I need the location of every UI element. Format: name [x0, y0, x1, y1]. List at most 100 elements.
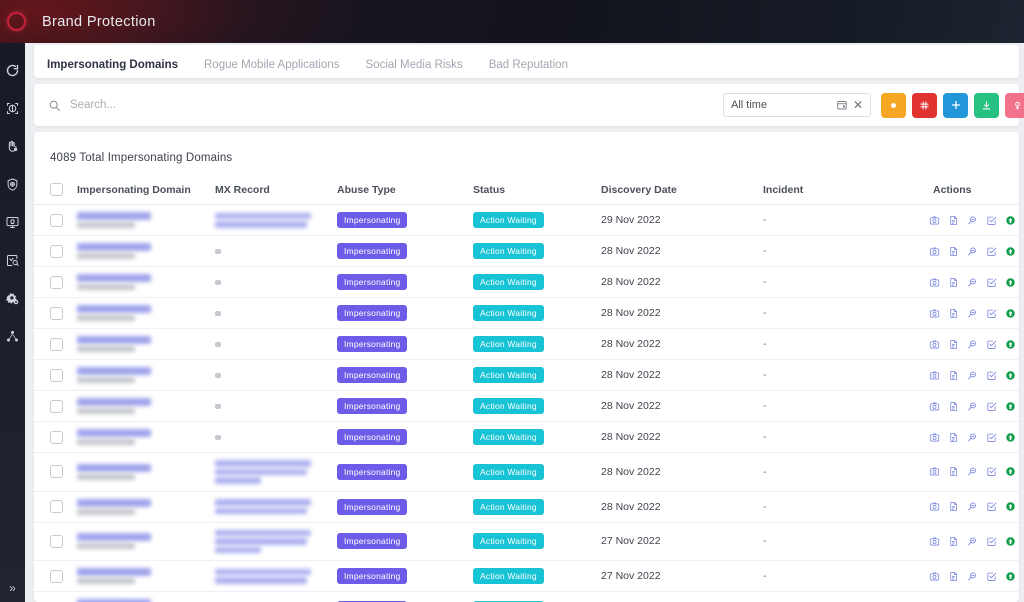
sidebar-item-dashboard[interactable] — [0, 51, 25, 89]
domain-link[interactable] — [77, 367, 151, 375]
row-checkbox[interactable] — [50, 465, 63, 479]
checklist-icon[interactable] — [986, 571, 997, 582]
sidebar-item-threat-intelligence[interactable] — [0, 165, 25, 203]
escalate-circle-icon[interactable] — [1005, 401, 1016, 412]
table-row[interactable]: Impersonating Action Waiting 28 Nov 2022- — [34, 390, 1019, 422]
column-header-discovery-date[interactable]: Discovery Date — [601, 177, 763, 205]
table-row[interactable]: Impersonating Action Waiting 28 Nov 2022- — [34, 452, 1019, 492]
tab-bad-reputation[interactable]: Bad Reputation — [485, 59, 584, 78]
calendar-icon[interactable] — [836, 99, 848, 111]
domain-link[interactable] — [77, 336, 151, 344]
mx-record-value[interactable] — [215, 221, 307, 228]
checklist-icon[interactable] — [986, 277, 997, 288]
screenshot-camera-icon[interactable] — [929, 277, 940, 288]
row-checkbox[interactable] — [50, 399, 63, 413]
magnifier-icon[interactable] — [967, 246, 978, 257]
select-all-checkbox[interactable] — [50, 183, 63, 196]
escalate-circle-icon[interactable] — [1005, 370, 1016, 381]
table-row[interactable]: Impersonating Action Waiting 27 Nov 2022- — [34, 522, 1019, 561]
sidebar-item-attack-surface[interactable] — [0, 203, 25, 241]
tab-rogue-mobile-applications[interactable]: Rogue Mobile Applications — [200, 59, 356, 78]
grid-button[interactable] — [912, 92, 937, 118]
tab-impersonating-domains[interactable]: Impersonating Domains — [43, 59, 194, 78]
magnifier-icon[interactable] — [967, 432, 978, 443]
magnifier-icon[interactable] — [967, 277, 978, 288]
checklist-icon[interactable] — [986, 215, 997, 226]
escalate-circle-icon[interactable] — [1005, 501, 1016, 512]
screenshot-camera-icon[interactable] — [929, 339, 940, 350]
mx-record-value[interactable] — [215, 577, 307, 584]
domain-link[interactable] — [77, 212, 151, 220]
tag-button[interactable] — [1005, 92, 1024, 118]
row-checkbox[interactable] — [50, 337, 63, 351]
screenshot-camera-icon[interactable] — [929, 432, 940, 443]
document-icon[interactable] — [948, 401, 959, 412]
sidebar-item-settings[interactable] — [0, 279, 25, 317]
document-icon[interactable] — [948, 370, 959, 381]
column-header-domain[interactable]: Impersonating Domain — [77, 177, 215, 205]
table-row[interactable]: Impersonating Action Waiting 28 Nov 2022- — [34, 297, 1019, 329]
magnifier-icon[interactable] — [967, 401, 978, 412]
document-icon[interactable] — [948, 466, 959, 477]
alert-button[interactable] — [881, 92, 906, 118]
magnifier-icon[interactable] — [967, 308, 978, 319]
checklist-icon[interactable] — [986, 501, 997, 512]
ring-logo-icon[interactable] — [7, 12, 26, 31]
screenshot-camera-icon[interactable] — [929, 466, 940, 477]
escalate-circle-icon[interactable] — [1005, 536, 1016, 547]
checklist-icon[interactable] — [986, 536, 997, 547]
screenshot-camera-icon[interactable] — [929, 536, 940, 547]
row-checkbox[interactable] — [50, 430, 63, 444]
date-filter[interactable]: All time ✕ — [723, 93, 871, 117]
document-icon[interactable] — [948, 308, 959, 319]
document-icon[interactable] — [948, 215, 959, 226]
table-row[interactable]: Impersonating Action Waiting 28 Nov 2022- — [34, 421, 1019, 453]
document-icon[interactable] — [948, 246, 959, 257]
document-icon[interactable] — [948, 432, 959, 443]
document-icon[interactable] — [948, 501, 959, 512]
escalate-circle-icon[interactable] — [1005, 246, 1016, 257]
escalate-circle-icon[interactable] — [1005, 308, 1016, 319]
row-checkbox[interactable] — [50, 275, 63, 289]
row-checkbox[interactable] — [50, 534, 63, 548]
domain-link[interactable] — [77, 398, 151, 406]
row-checkbox[interactable] — [50, 213, 63, 227]
magnifier-icon[interactable] — [967, 536, 978, 547]
document-icon[interactable] — [948, 277, 959, 288]
mx-record-value[interactable] — [215, 538, 307, 545]
escalate-circle-icon[interactable] — [1005, 571, 1016, 582]
screenshot-camera-icon[interactable] — [929, 571, 940, 582]
row-checkbox[interactable] — [50, 500, 63, 513]
magnifier-icon[interactable] — [967, 466, 978, 477]
escalate-circle-icon[interactable] — [1005, 339, 1016, 350]
checklist-icon[interactable] — [986, 246, 997, 257]
mx-record-value[interactable] — [215, 499, 311, 506]
row-checkbox[interactable] — [50, 368, 63, 382]
table-row[interactable]: Impersonating Action Waiting 29 Nov 2022- — [34, 204, 1019, 236]
screenshot-camera-icon[interactable] — [929, 215, 940, 226]
table-row[interactable]: New Registration ImpersonatingAction Wait… — [34, 591, 1019, 602]
sidebar-item-integrations[interactable] — [0, 317, 25, 355]
checklist-icon[interactable] — [986, 466, 997, 477]
download-button[interactable] — [974, 92, 999, 118]
domain-link[interactable] — [77, 243, 151, 251]
table-row[interactable]: Impersonating Action Waiting 28 Nov 2022- — [34, 266, 1019, 298]
column-header-abuse-type[interactable]: Abuse Type — [337, 177, 473, 205]
table-row[interactable]: Impersonating Action Waiting 28 Nov 2022- — [34, 235, 1019, 267]
mx-record-value[interactable] — [215, 546, 261, 553]
table-row[interactable]: Impersonating Action Waiting 28 Nov 2022- — [34, 491, 1019, 523]
checklist-icon[interactable] — [986, 370, 997, 381]
mx-record-value[interactable] — [215, 568, 311, 575]
screenshot-camera-icon[interactable] — [929, 501, 940, 512]
magnifier-icon[interactable] — [967, 215, 978, 226]
table-row[interactable]: Impersonating Action Waiting 28 Nov 2022- — [34, 328, 1019, 360]
checklist-icon[interactable] — [986, 339, 997, 350]
escalate-circle-icon[interactable] — [1005, 277, 1016, 288]
row-checkbox[interactable] — [50, 244, 63, 258]
screenshot-camera-icon[interactable] — [929, 246, 940, 257]
checklist-icon[interactable] — [986, 432, 997, 443]
sidebar-item-investigation[interactable] — [0, 241, 25, 279]
sidebar-item-brand-protection[interactable] — [0, 89, 25, 127]
table-row[interactable]: Impersonating Action Waiting 28 Nov 2022- — [34, 359, 1019, 391]
escalate-circle-icon[interactable] — [1005, 215, 1016, 226]
